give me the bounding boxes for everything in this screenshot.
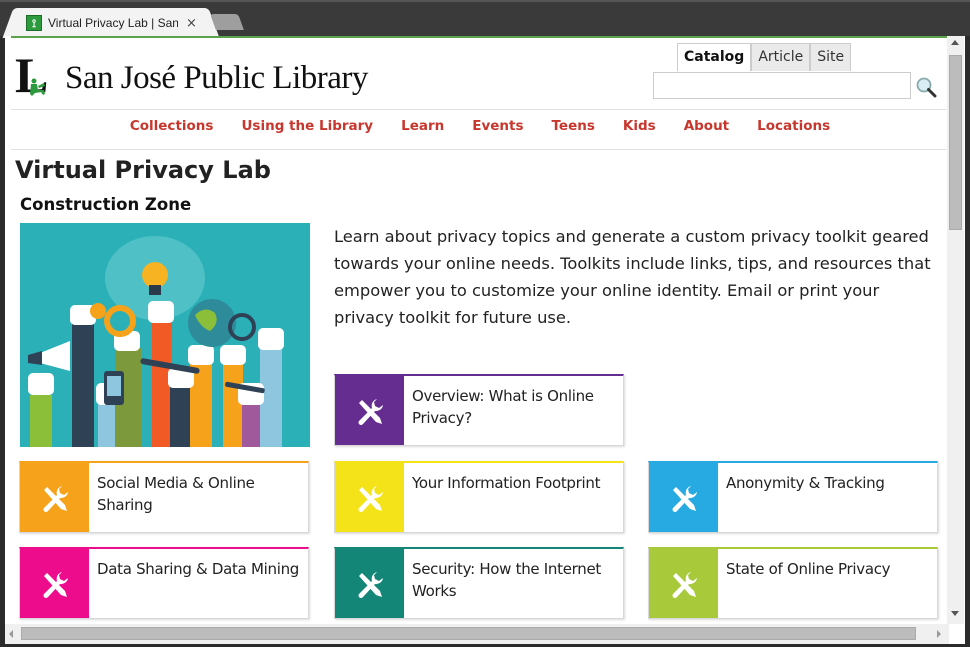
nav-using-the-library[interactable]: Using the Library [241,118,373,134]
search-icon[interactable] [915,76,937,98]
nav-events[interactable]: Events [472,118,523,134]
topic-card[interactable]: Your Information Footprint [334,461,624,533]
nav-about[interactable]: About [684,118,729,134]
page-title: Virtual Privacy Lab [15,156,271,184]
topic-card[interactable]: Data Sharing & Data Mining [19,547,309,619]
topic-card[interactable]: Security: How the Internet Works [334,547,624,619]
tools-icon [335,549,404,618]
tools-icon [335,376,404,445]
section-subtitle: Construction Zone [20,195,192,214]
page-viewport: L San José Public Library Catalog Articl… [5,36,965,644]
nav-divider [11,149,947,150]
tab-close-icon[interactable]: × [186,16,197,31]
header-accent-line [11,36,947,38]
library-logo-icon: L [15,50,55,100]
tools-icon [649,549,718,618]
browser-tab[interactable]: ⟟ Virtual Privacy Lab | San Jo × [16,8,206,38]
tools-icon [20,463,89,532]
hero-illustration [20,223,310,447]
tools-icon [20,549,89,618]
vertical-scroll-thumb[interactable] [949,55,962,230]
topic-card[interactable]: Anonymity & Tracking [648,461,938,533]
topic-card-label: Overview: What is Online Privacy? [412,387,594,427]
search-tab-site[interactable]: Site [810,43,852,71]
topic-card[interactable]: Social Media & Online Sharing [19,461,309,533]
tab-title: Virtual Privacy Lab | San Jo [48,16,178,30]
scroll-right-arrow-icon[interactable] [937,630,941,638]
tools-icon [649,463,718,532]
intro-paragraph: Learn about privacy topics and generate … [334,227,931,327]
site-logo[interactable]: L San José Public Library [15,50,368,100]
scroll-up-arrow-icon[interactable] [951,40,959,45]
nav-locations[interactable]: Locations [757,118,830,134]
new-tab-button[interactable] [210,14,244,30]
reader-figure-icon [30,78,45,96]
horizontal-scrollbar[interactable] [5,624,949,644]
topic-card-label: Anonymity & Tracking [726,474,885,492]
nav-teens[interactable]: Teens [552,118,595,134]
nav-kids[interactable]: Kids [623,118,656,134]
search-tab-catalog[interactable]: Catalog [677,43,752,71]
topic-card[interactable]: State of Online Privacy [648,547,938,619]
browser-tab-strip: ⟟ Virtual Privacy Lab | San Jo × [0,0,970,38]
horizontal-scroll-thumb[interactable] [21,627,916,640]
scroll-left-arrow-icon[interactable] [9,630,13,638]
topic-card-label: Your Information Footprint [412,474,601,492]
topic-card-label: State of Online Privacy [726,560,891,578]
search-tab-article[interactable]: Article [751,43,811,71]
tools-icon [335,463,404,532]
vertical-scrollbar[interactable] [947,36,964,624]
scroll-down-arrow-icon[interactable] [951,611,959,616]
header-divider [11,109,947,110]
nav-learn[interactable]: Learn [401,118,444,134]
nav-collections[interactable]: Collections [130,118,214,134]
main-nav: Collections Using the Library Learn Even… [5,118,955,134]
topic-card-label: Security: How the Internet Works [412,560,601,600]
topic-card-label: Social Media & Online Sharing [97,474,255,514]
topic-card-label: Data Sharing & Data Mining [97,560,299,578]
site-name: San José Public Library [65,59,368,96]
search-input[interactable] [653,72,911,99]
topic-card[interactable]: Overview: What is Online Privacy? [334,374,624,446]
search-scope-tabs: Catalog Article Site [677,43,852,71]
library-favicon-icon: ⟟ [26,15,42,31]
